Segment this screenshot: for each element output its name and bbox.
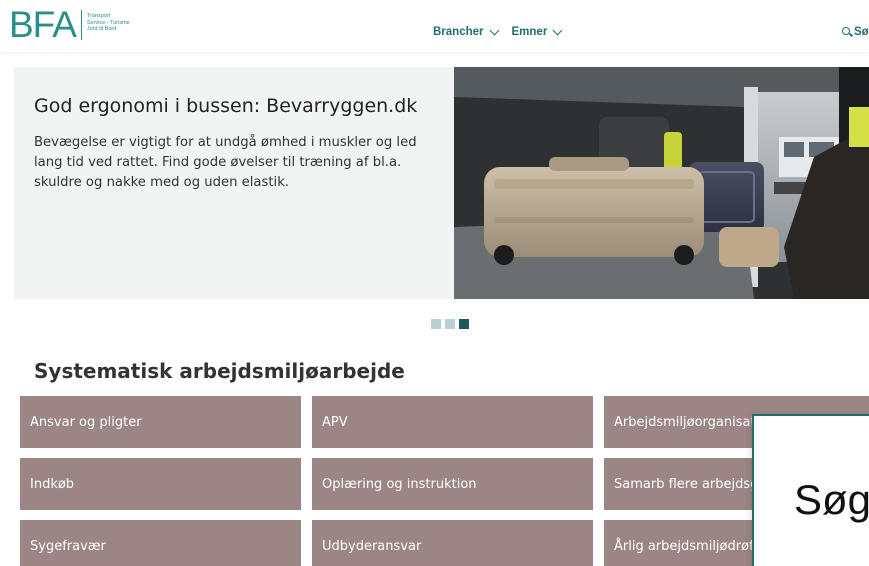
nav-brancher[interactable]: Brancher	[433, 25, 499, 38]
hero-text: Bevægelse er vigtigt for at undgå ømhed …	[34, 135, 417, 190]
nav-emner[interactable]: Emner	[511, 25, 563, 38]
bus-luggage-photo	[454, 67, 869, 299]
bfa-logo[interactable]: BFA Transport Service - Turisme Jord til…	[9, 3, 130, 47]
page: BFA Transport Service - Turisme Jord til…	[0, 0, 869, 566]
carousel-dots	[431, 319, 469, 329]
tile-indkob[interactable]: Indkøb	[20, 458, 301, 510]
hero-title: God ergonomi i bussen: Bevarryggen.dk	[34, 95, 418, 117]
site-header: BFA Transport Service - Turisme Jord til…	[0, 0, 869, 52]
carousel-dot-2[interactable]	[445, 319, 455, 329]
logo-divider	[80, 10, 82, 40]
nav-emner-label: Emner	[511, 26, 548, 38]
tile-udbyderansvar[interactable]: Udbyderansvar	[312, 520, 593, 566]
tile-oplaering-og-instruktion[interactable]: Oplæring og instruktion	[312, 458, 593, 510]
hero-image	[454, 67, 869, 299]
logo-tagline-line: Jord til Bord	[86, 26, 117, 32]
logo-text: BFA	[9, 4, 77, 45]
carousel-dot-1[interactable]	[431, 319, 441, 329]
chevron-down-icon	[489, 25, 499, 35]
carousel-dot-3-active[interactable]	[459, 319, 469, 329]
tile-sygefravaer[interactable]: Sygefravær	[20, 520, 301, 566]
nav-brancher-label: Brancher	[433, 26, 484, 38]
popup-search-text: Søg	[794, 476, 869, 523]
section-title: Systematisk arbejdsmiljøarbejde	[34, 359, 405, 383]
main-nav: Brancher Emner	[433, 25, 563, 38]
logo-tagline: Transport Service - Turisme Jord til Bor…	[87, 13, 130, 33]
chevron-down-icon	[552, 25, 563, 35]
tile-apv[interactable]: APV	[312, 396, 593, 448]
search-popup[interactable]: Søg	[752, 414, 869, 566]
hero-carousel-slide[interactable]: God ergonomi i bussen: Bevarryggen.dk Be…	[14, 67, 869, 299]
search-button[interactable]: Søg	[842, 26, 869, 38]
search-label: Søg	[854, 26, 869, 38]
search-icon	[842, 27, 853, 37]
tile-ansvar-og-pligter[interactable]: Ansvar og pligter	[20, 396, 301, 448]
